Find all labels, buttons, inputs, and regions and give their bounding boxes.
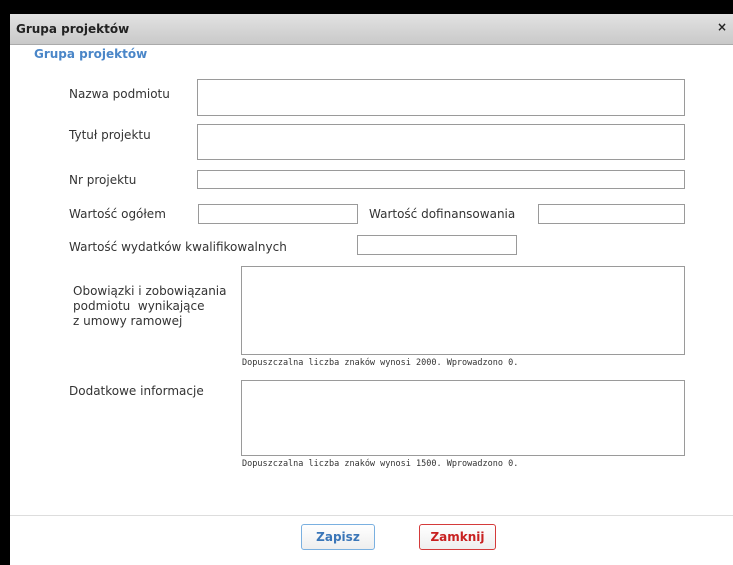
tytul-projektu-field[interactable] — [197, 124, 685, 160]
dialog-window: Grupa projektów × Grupa projektów Nazwa … — [10, 14, 733, 565]
save-button[interactable]: Zapisz — [301, 524, 375, 550]
dialog-title: Grupa projektów — [16, 22, 130, 36]
dodatkowe-informacje-field[interactable] — [241, 380, 685, 456]
wartosc-ogolem-field[interactable] — [198, 204, 358, 224]
section-title: Grupa projektów — [34, 47, 148, 61]
nr-projektu-label: Nr projektu — [69, 173, 137, 187]
wartosc-wydatkow-field[interactable] — [357, 235, 517, 255]
dodatkowe-informacje-label: Dodatkowe informacje — [69, 384, 204, 398]
close-button[interactable]: Zamknij — [419, 524, 496, 550]
dialog-titlebar[interactable]: Grupa projektów × — [10, 14, 733, 45]
wartosc-dofinansowania-label: Wartość dofinansowania — [369, 207, 516, 221]
dodatkowe-char-counter: Dopuszczalna liczba znaków wynosi 1500. … — [242, 459, 519, 469]
obowiazki-field[interactable] — [241, 266, 685, 355]
obowiazki-label-line-1: Obowiązki i zobowiązania — [73, 284, 227, 298]
wartosc-wydatkow-label: Wartość wydatków kwalifikowalnych — [69, 240, 287, 254]
nazwa-podmiotu-label: Nazwa podmiotu — [69, 87, 170, 101]
footer-divider — [10, 515, 733, 516]
close-icon[interactable]: × — [715, 20, 729, 34]
nazwa-podmiotu-field[interactable] — [197, 79, 685, 116]
obowiazki-label-line-3: z umowy ramowej — [73, 314, 183, 328]
tytul-projektu-label: Tytuł projektu — [69, 128, 151, 142]
obowiazki-label-line-2: podmiotu wynikające — [73, 299, 205, 313]
wartosc-ogolem-label: Wartość ogółem — [69, 207, 166, 221]
wartosc-dofinansowania-field[interactable] — [538, 204, 685, 224]
nr-projektu-field[interactable] — [197, 170, 685, 189]
obowiazki-char-counter: Dopuszczalna liczba znaków wynosi 2000. … — [242, 358, 519, 368]
